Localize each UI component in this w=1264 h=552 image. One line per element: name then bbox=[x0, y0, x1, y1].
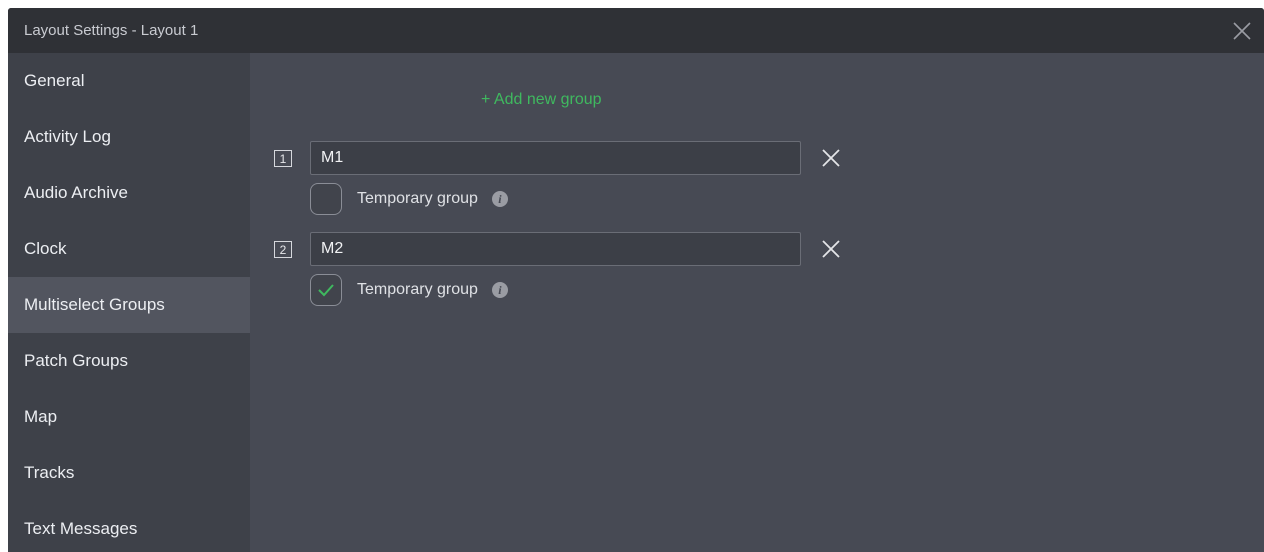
settings-sidebar: General Activity Log Audio Archive Clock… bbox=[8, 53, 250, 552]
multiselect-groups-panel: + Add new group 1 Temporary group i 2 bbox=[250, 53, 1264, 552]
close-icon bbox=[1233, 22, 1251, 40]
temporary-group-option: Temporary group i bbox=[310, 183, 508, 215]
remove-group-button[interactable] bbox=[820, 147, 842, 169]
sidebar-item-label: Map bbox=[24, 407, 58, 426]
sidebar-item-map[interactable]: Map bbox=[8, 389, 250, 445]
info-icon[interactable]: i bbox=[491, 191, 508, 207]
sidebar-item-label: Text Messages bbox=[24, 519, 138, 538]
sidebar-item-label: General bbox=[24, 71, 85, 90]
sidebar-item-audio-archive[interactable]: Audio Archive bbox=[8, 165, 250, 221]
temporary-group-checkbox[interactable] bbox=[310, 274, 342, 306]
sidebar-item-patch-groups[interactable]: Patch Groups bbox=[8, 333, 250, 389]
group-number-badge: 2 bbox=[274, 241, 292, 258]
sidebar-item-label: Patch Groups bbox=[24, 351, 128, 370]
temporary-group-checkbox[interactable] bbox=[310, 183, 342, 215]
sidebar-item-activity-log[interactable]: Activity Log bbox=[8, 109, 250, 165]
group-name-input[interactable] bbox=[310, 232, 801, 266]
group-number-badge: 1 bbox=[274, 150, 292, 167]
title-bar: Layout Settings - Layout 1 bbox=[8, 8, 1264, 53]
close-icon bbox=[822, 149, 840, 167]
close-button[interactable] bbox=[1230, 19, 1254, 43]
sidebar-item-tracks[interactable]: Tracks bbox=[8, 445, 250, 501]
temporary-group-label: Temporary group bbox=[357, 281, 478, 298]
sidebar-item-label: Activity Log bbox=[24, 127, 111, 146]
sidebar-item-label: Clock bbox=[24, 239, 67, 258]
sidebar-item-general[interactable]: General bbox=[8, 53, 250, 109]
sidebar-item-label: Tracks bbox=[24, 463, 75, 482]
info-icon[interactable]: i bbox=[491, 282, 508, 298]
layout-settings-dialog: Layout Settings - Layout 1 General Activ… bbox=[8, 8, 1264, 552]
sidebar-item-text-messages[interactable]: Text Messages bbox=[8, 501, 250, 552]
group-name-input[interactable] bbox=[310, 141, 801, 175]
sidebar-item-clock[interactable]: Clock bbox=[8, 221, 250, 277]
sidebar-item-label: Multiselect Groups bbox=[24, 295, 165, 314]
dialog-title: Layout Settings - Layout 1 bbox=[24, 22, 199, 39]
sidebar-item-label: Audio Archive bbox=[24, 183, 128, 202]
checkmark-icon bbox=[318, 284, 334, 297]
temporary-group-label: Temporary group bbox=[357, 190, 478, 207]
sidebar-item-multiselect-groups[interactable]: Multiselect Groups bbox=[8, 277, 250, 333]
add-new-group-button[interactable]: + Add new group bbox=[481, 91, 602, 109]
temporary-group-option: Temporary group i bbox=[310, 274, 508, 306]
close-icon bbox=[822, 240, 840, 258]
remove-group-button[interactable] bbox=[820, 238, 842, 260]
